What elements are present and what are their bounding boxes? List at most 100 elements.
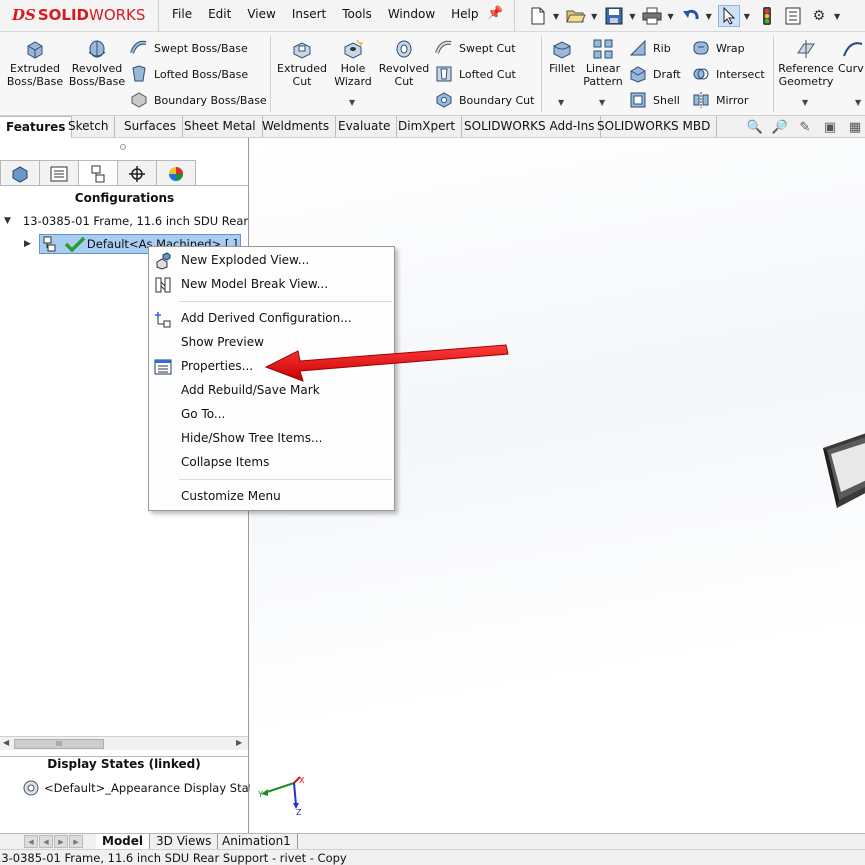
open-folder-icon[interactable] [565,5,587,27]
section-view-icon[interactable]: ▣ [820,118,840,136]
save-dropdown-icon[interactable]: ▼ [629,12,635,21]
mirror-button[interactable]: Mirror [692,91,748,109]
linear-pattern-button[interactable]: Linear Pattern [580,38,626,88]
boundary-cut-button[interactable]: Boundary Cut [435,91,534,109]
curves-button[interactable]: Curv [838,38,865,75]
menu-view[interactable]: View [247,7,275,21]
wrap-button[interactable]: Wrap [692,39,745,57]
undo-dropdown-icon[interactable]: ▼ [706,12,712,21]
tab-evaluate[interactable]: Evaluate [332,116,398,138]
menu-item-collapse-items[interactable]: Collapse Items [149,451,394,473]
tab-solidworks-add-ins[interactable]: SOLIDWORKS Add-Ins [458,116,602,138]
menu-item-go-to[interactable]: Go To... [149,403,394,425]
shell-icon [630,92,646,108]
menu-item-add-derived-configuration[interactable]: Add Derived Configuration... [149,307,394,329]
menu-item-new-exploded-view[interactable]: New Exploded View... [149,249,394,271]
file-properties-icon[interactable] [782,5,804,27]
tab-surfaces[interactable]: Surfaces [118,116,183,138]
save-icon[interactable] [603,5,625,27]
menu-item-show-preview[interactable]: Show Preview [149,331,394,353]
expand-toggle-icon[interactable]: ▼ [4,216,11,226]
previous-tab-icon[interactable]: ◀ [39,835,53,848]
svg-text:Z: Z [296,808,302,816]
tab-animation1[interactable]: Animation1 [216,834,298,849]
tab-weldments[interactable]: Weldments [256,116,337,138]
menu-window[interactable]: Window [388,7,435,21]
open-dropdown-icon[interactable]: ▼ [591,12,597,21]
hole-wizard-dropdown-icon[interactable]: ▼ [349,98,355,107]
fillet-dropdown-icon[interactable]: ▼ [558,98,564,107]
tab-model[interactable]: Model [96,834,151,849]
zoom-to-area-icon[interactable]: 🔎 [770,118,790,136]
model-part-edge[interactable] [815,428,865,518]
shell-button[interactable]: Shell [629,91,680,109]
menu-item-add-rebuild-save-mark[interactable]: Add Rebuild/Save Mark [149,379,394,401]
print-dropdown-icon[interactable]: ▼ [667,12,673,21]
view-orientation-icon[interactable]: ▦ [845,118,865,136]
previous-view-icon[interactable]: ✎ [795,118,815,136]
command-manager-ribbon: Extruded Boss/Base Revolved Boss/Base Sw… [0,32,865,116]
lofted-boss-button[interactable]: Lofted Boss/Base [130,65,248,83]
tab-sketch[interactable]: Sketch [62,116,116,138]
menu-tools[interactable]: Tools [342,7,372,21]
tree-item-part-root[interactable]: ▼ 13-0385-01 Frame, 11.6 inch SDU Rear [4,213,248,229]
menu-item-properties[interactable]: Properties... [149,355,394,377]
print-icon[interactable] [641,5,663,27]
lofted-cut-button[interactable]: Lofted Cut [435,65,516,83]
rib-button[interactable]: Rib [629,39,671,57]
menu-help[interactable]: Help [451,7,478,21]
pin-menu-icon[interactable]: 📌 [487,6,503,21]
tab-dimxpert-manager[interactable] [117,160,157,186]
tab-dimxpert[interactable]: DimXpert [392,116,463,138]
display-state-item[interactable]: <Default>_Appearance Display State [22,779,260,797]
options-dropdown-icon[interactable]: ▼ [834,12,840,21]
scroll-left-icon[interactable]: ◀ [3,738,9,747]
last-tab-icon[interactable]: ▶ [69,835,83,848]
fillet-button[interactable]: Fillet [545,38,579,75]
options-gear-icon[interactable]: ⚙ [808,5,830,27]
rebuild-traffic-light-icon[interactable] [756,5,778,27]
first-tab-icon[interactable]: ◀ [24,835,38,848]
horizontal-scrollbar[interactable]: ◀ III ▶ [0,736,248,750]
reference-geometry-dropdown-icon[interactable]: ▼ [802,98,808,107]
tab-property-manager[interactable] [39,160,79,186]
extruded-boss-button[interactable]: Extruded Boss/Base [4,38,66,88]
menu-item-customize-menu[interactable]: Customize Menu [149,485,394,507]
collapse-toggle-icon[interactable]: ▶ [24,239,31,249]
reference-geometry-button[interactable]: Reference Geometry [776,38,836,88]
tab-3d-views[interactable]: 3D Views [150,834,219,849]
linear-pattern-dropdown-icon[interactable]: ▼ [599,98,605,107]
panel-grip-handle[interactable] [120,144,126,150]
extruded-cut-button[interactable]: Extruded Cut [274,38,330,88]
select-dropdown-icon[interactable]: ▼ [744,12,750,21]
menu-insert[interactable]: Insert [292,7,326,21]
scroll-thumb[interactable]: III [14,739,104,749]
new-document-icon[interactable] [527,5,549,27]
swept-cut-button[interactable]: Swept Cut [435,39,516,57]
tab-display-manager[interactable] [156,160,196,186]
select-cursor-icon[interactable] [717,5,740,27]
tab-feature-manager[interactable] [0,160,40,186]
solidworks-logo[interactable]: DS SOLIDWORKS [12,6,145,24]
menu-edit[interactable]: Edit [208,7,231,21]
hole-wizard-button[interactable]: Hole Wizard [330,38,376,88]
tab-sheet-metal[interactable]: Sheet Metal [178,116,263,138]
curves-dropdown-icon[interactable]: ▼ [855,98,861,107]
new-dropdown-icon[interactable]: ▼ [553,12,559,21]
menu-file[interactable]: File [172,7,192,21]
boundary-boss-button[interactable]: Boundary Boss/Base [130,91,267,109]
draft-button[interactable]: Draft [629,65,681,83]
menu-item-hide-show-tree-items[interactable]: Hide/Show Tree Items... [149,427,394,449]
next-tab-icon[interactable]: ▶ [54,835,68,848]
zoom-to-fit-icon[interactable]: 🔍 [745,118,765,136]
revolved-cut-button[interactable]: Revolved Cut [376,38,432,88]
menu-item-new-model-break-view[interactable]: New Model Break View... [149,273,394,295]
intersect-button[interactable]: Intersect [692,65,765,83]
rib-icon [629,39,646,56]
tab-solidworks-mbd[interactable]: SOLIDWORKS MBD [591,116,718,138]
swept-boss-button[interactable]: Swept Boss/Base [130,39,248,57]
scroll-right-icon[interactable]: ▶ [236,738,242,747]
undo-icon[interactable] [680,5,702,27]
tab-configuration-manager[interactable] [78,160,118,186]
revolved-boss-button[interactable]: Revolved Boss/Base [66,38,128,88]
